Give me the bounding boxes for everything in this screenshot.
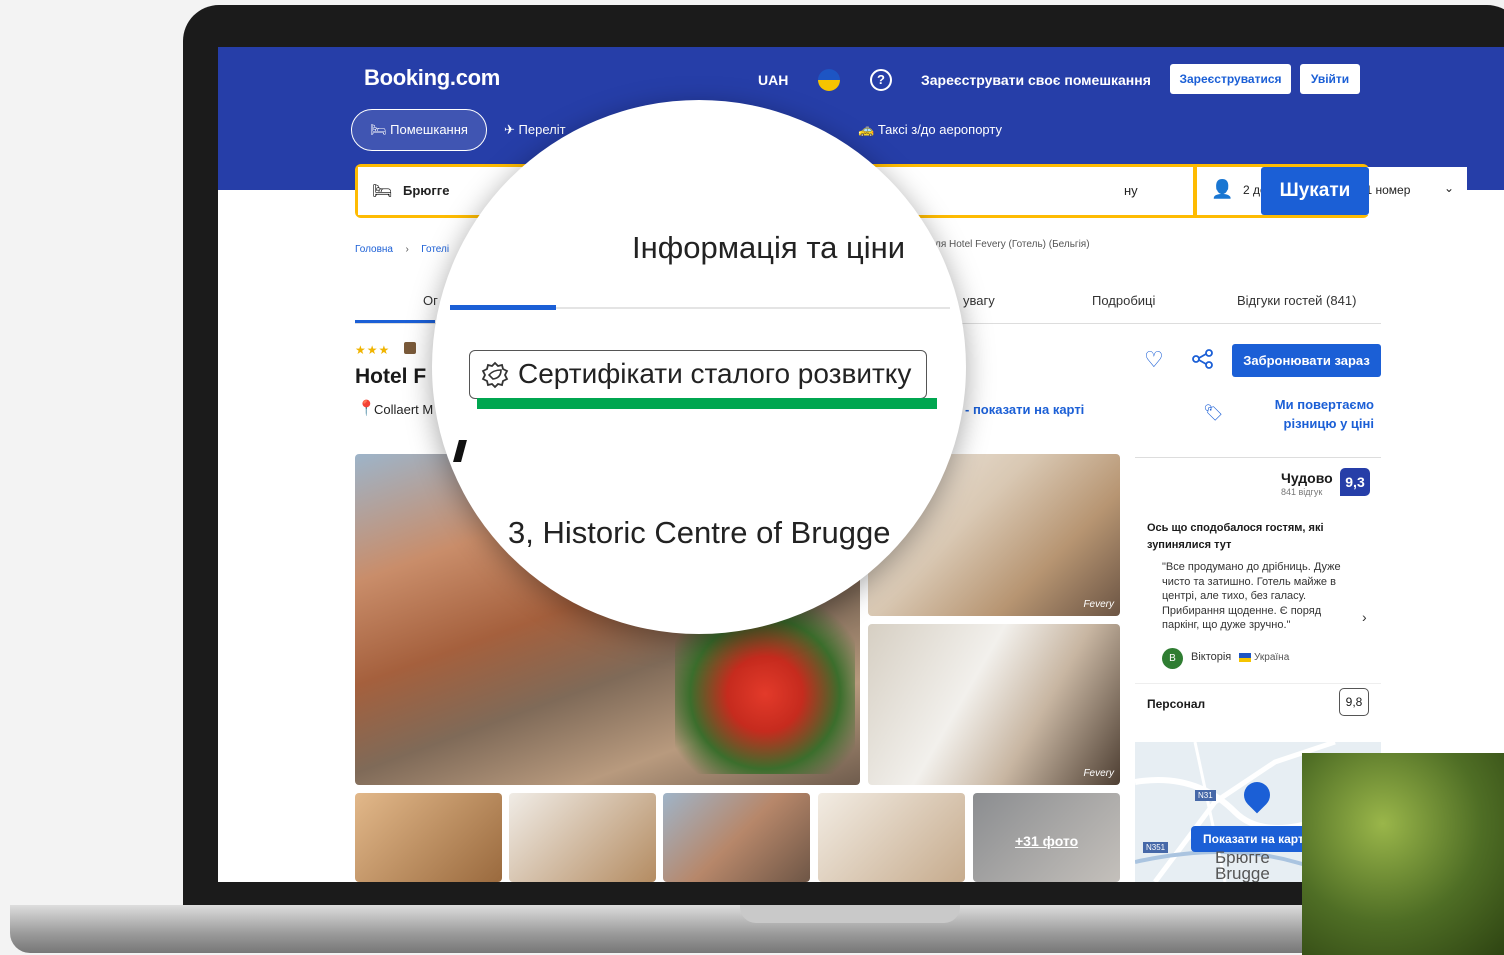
tab-stays-label: Помешкання (390, 122, 468, 137)
tab-taxi-label: Таксі з/до аеропорту (877, 122, 1002, 137)
road-label: N31 (1195, 790, 1216, 801)
thumbnail-photo-2[interactable] (509, 793, 656, 882)
location-pin-icon: 📍 (357, 400, 376, 417)
share-icon[interactable] (1192, 349, 1214, 374)
tab-reviews[interactable]: Відгуки гостей (841) (1237, 293, 1356, 308)
rating-word: Чудово (1281, 470, 1333, 486)
card-divider (1135, 457, 1381, 458)
tab-flights[interactable]: ✈ Переліт (504, 122, 566, 138)
show-on-map-link[interactable]: - показати на карті (965, 402, 1084, 417)
rating-count: 841 відгук (1281, 487, 1323, 497)
register-button[interactable]: Зареєструватися (1170, 64, 1291, 94)
hotel-name: Hotel F (355, 365, 427, 388)
thumbnail-photo-1[interactable] (355, 793, 502, 882)
plane-icon: ✈ (504, 122, 519, 137)
card-divider (1135, 683, 1381, 684)
tab-house-rules[interactable]: увагу (963, 293, 995, 308)
certificate-icon (481, 361, 509, 389)
bed-icon: 🛏 (370, 122, 391, 137)
genius-badge-icon (404, 342, 416, 354)
reviewer-avatar: В (1162, 648, 1183, 669)
price-tag-icon: 🏷 (1203, 405, 1224, 422)
map-city-label-en: Brugge (1215, 864, 1270, 882)
breadcrumb-separator: › (405, 244, 409, 255)
review-quote: "Все продумано до дрібниць. Дуже чисто т… (1162, 561, 1341, 631)
reviewer-country: Україна (1254, 652, 1290, 663)
thumbnail-photo-3[interactable] (663, 793, 810, 882)
thumbnail-photo-4[interactable] (818, 793, 965, 882)
magnified-active-tab-indicator (450, 305, 556, 310)
dates-value: ну (1124, 183, 1138, 198)
certificate-label: Сертифікати сталого розвитку (518, 358, 912, 389)
bed-icon: 🛏 (372, 183, 393, 200)
reviews-heading: Ось що сподобалося гостям, які зупинялис… (1147, 522, 1324, 551)
chevron-down-icon: ⌄ (1444, 181, 1455, 195)
photo-watermark: Fevery (1083, 768, 1114, 779)
sustainability-certificate-badge[interactable]: Сертифікати сталого розвитку (469, 350, 927, 399)
tab-overview[interactable]: Ог (423, 293, 438, 308)
person-icon: 👤 (1211, 179, 1234, 199)
breadcrumb-hotels[interactable]: Готелі (421, 244, 449, 255)
magnified-pin-fragment (453, 440, 467, 462)
hotel-bathroom-photo[interactable]: Fevery (868, 624, 1120, 785)
breadcrumb-current: ля Hotel Fevery (Готель) (Бельгія) (935, 239, 1090, 250)
magnified-address: 3, Historic Centre of Brugge (508, 515, 891, 550)
breadcrumb: Головна › Готелі (355, 239, 449, 257)
destination-value: Брюгге (403, 183, 450, 198)
chevron-right-icon[interactable]: › (1362, 609, 1367, 625)
tab-stays[interactable]: 🛏 Помешкання (351, 109, 487, 151)
currency-selector[interactable]: UAH (758, 72, 788, 88)
tab-flights-label: Переліт (518, 122, 566, 137)
help-icon[interactable]: ? (870, 69, 892, 91)
star-rating: ★★★ (355, 343, 391, 357)
green-highlight-underline (477, 398, 937, 409)
language-flag-icon[interactable] (818, 69, 840, 91)
breadcrumb-home[interactable]: Головна (355, 244, 393, 255)
hotel-address: Collaert M (374, 402, 434, 417)
tab-details[interactable]: Подробиці (1092, 293, 1155, 308)
laptop-notch (740, 905, 960, 923)
tab-taxi[interactable]: 🚕 Таксі з/до аеропорту (858, 122, 1002, 138)
staff-score: 9,8 (1339, 688, 1369, 716)
heart-icon[interactable]: ♡ (1144, 347, 1164, 373)
ukraine-flag-icon (1239, 653, 1251, 662)
road-label: N351 (1143, 842, 1169, 853)
more-photos-label: +31 фото (1015, 833, 1079, 849)
blurred-plant-corner (1302, 753, 1504, 955)
magnifier-callout: Інформація та ціни Сертифікати сталого р… (432, 100, 966, 634)
review-score-badge: 9,3 (1340, 468, 1370, 496)
more-photos-thumbnail[interactable]: +31 фото (973, 793, 1120, 882)
photo-watermark: Fevery (1083, 599, 1114, 610)
taxi-icon: 🚕 (858, 122, 878, 137)
login-button[interactable]: Увійти (1300, 64, 1360, 94)
book-now-button[interactable]: Забронювати зараз (1232, 344, 1381, 377)
register-property-link[interactable]: Зареєструвати своє помешкання (921, 72, 1151, 88)
reviewer-name: Вікторія (1191, 651, 1232, 663)
price-match-link[interactable]: Ми повертаємо різницю у ціні (1238, 395, 1374, 433)
search-button[interactable]: Шукати (1261, 167, 1369, 215)
site-logo[interactable]: Booking.com (364, 65, 500, 91)
staff-label: Персонал (1147, 697, 1206, 711)
magnified-section-title: Інформація та ціни (632, 230, 906, 265)
